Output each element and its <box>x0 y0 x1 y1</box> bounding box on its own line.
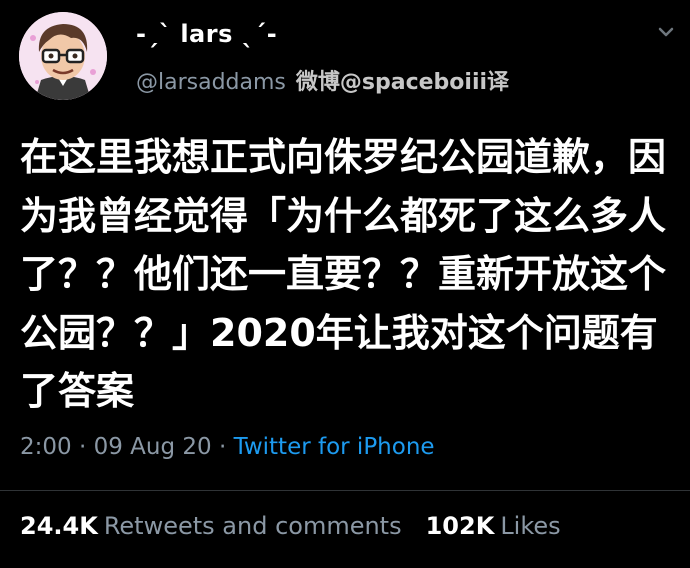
tweet-text: 在这里我想正式向侏罗纪公园道歉，因为我曾经觉得「为什么都死了这么多人了？？他们还… <box>20 135 667 413</box>
display-name[interactable]: -ˏˋ lars ˎˊ- <box>136 20 277 48</box>
retweets-count: 24.4K <box>20 512 98 540</box>
chevron-down-icon[interactable] <box>654 20 678 44</box>
source-link[interactable]: Twitter for iPhone <box>234 434 435 460</box>
likes-count: 102K <box>425 512 495 540</box>
handle-row: @larsaddams 微博@spaceboiii译 <box>136 64 509 96</box>
user-handle[interactable]: @larsaddams <box>136 70 286 95</box>
likes-label: Likes <box>500 512 561 540</box>
timestamp: 2:00 · 09 Aug 20 · <box>20 434 234 460</box>
divider <box>0 490 690 491</box>
retweets-label: Retweets and comments <box>103 512 402 540</box>
engagement-stats: 24.4K Retweets and comments 102K Likes <box>20 512 561 540</box>
cartoon-avatar-icon <box>19 12 107 100</box>
translator-note: 微博@spaceboiii译 <box>295 70 510 95</box>
retweets-stat[interactable]: 24.4K Retweets and comments <box>20 512 402 540</box>
likes-stat[interactable]: 102K Likes <box>426 512 561 540</box>
tweet-meta: 2:00 · 09 Aug 20 · Twitter for iPhone <box>20 434 435 460</box>
avatar[interactable] <box>19 12 107 100</box>
